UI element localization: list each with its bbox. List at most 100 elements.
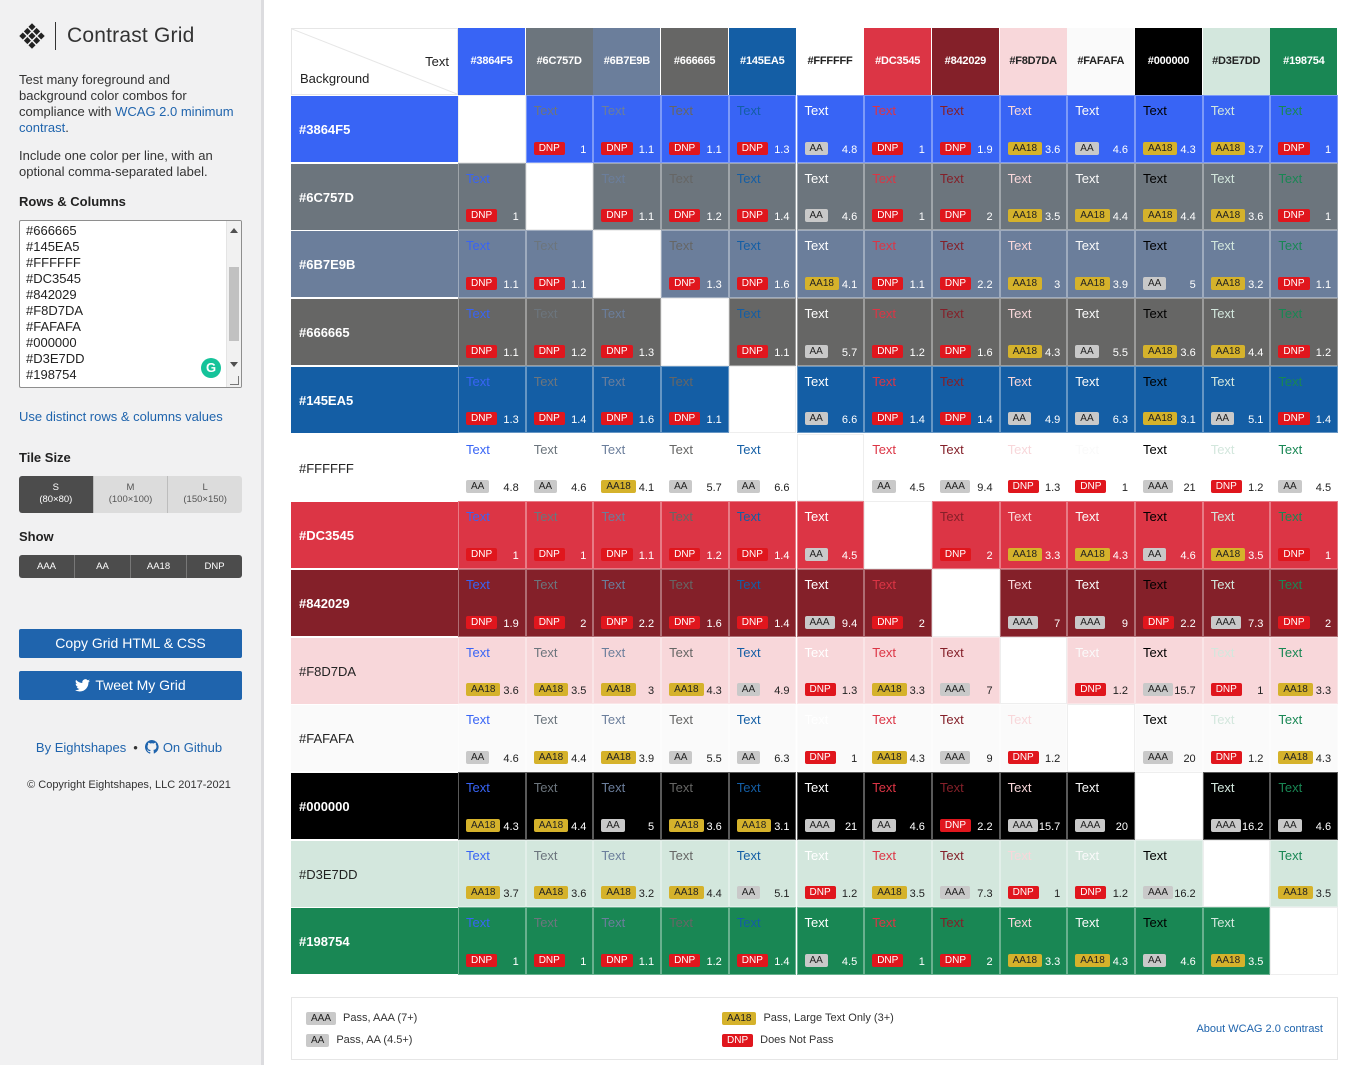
grid-cell[interactable]: Text AAA 16.2: [1202, 772, 1271, 840]
grid-cell[interactable]: Text DNP 1.1: [661, 365, 729, 434]
scroll-thumb[interactable]: [229, 267, 239, 341]
grid-cell-empty[interactable]: [864, 501, 932, 569]
grid-cell-empty[interactable]: [525, 162, 594, 231]
grid-cell[interactable]: Text AA 4.6: [1270, 772, 1339, 840]
grid-cell[interactable]: Text DNP 1: [1067, 433, 1135, 502]
grid-cell[interactable]: Text DNP 1.2: [661, 162, 729, 231]
grid-cell[interactable]: Text DNP 2: [931, 907, 1000, 976]
grid-cell[interactable]: Text AA18 4.3: [458, 772, 526, 840]
grid-cell[interactable]: Text DNP 1.2: [796, 839, 865, 908]
grid-cell[interactable]: Text AAA 9: [1067, 568, 1135, 637]
grid-cell[interactable]: Text AA 4.5: [864, 433, 932, 502]
grid-cell[interactable]: Text DNP 1: [796, 704, 865, 772]
grid-cell-empty[interactable]: [931, 568, 1000, 637]
grid-cell[interactable]: Text DNP 2.2: [593, 568, 662, 637]
grid-cell[interactable]: Text DNP 1.3: [796, 636, 865, 705]
grid-cell-empty[interactable]: [728, 365, 797, 434]
grid-cell[interactable]: Text AA18 4.4: [1202, 298, 1271, 366]
grid-cell[interactable]: Text AA 4.6: [1135, 501, 1203, 569]
grid-cell[interactable]: Text DNP 1.6: [728, 230, 797, 299]
grid-cell[interactable]: Text AA18 3.3: [864, 636, 932, 705]
grid-cell[interactable]: Text DNP 1: [864, 162, 932, 231]
grid-cell[interactable]: Text DNP 1: [525, 907, 594, 976]
grid-cell[interactable]: Text DNP 1.1: [593, 907, 662, 976]
grid-cell[interactable]: Text DNP 1.2: [1202, 433, 1271, 502]
grid-cell[interactable]: Text AA 5: [1135, 230, 1203, 299]
tile-size-l[interactable]: L (150×150): [168, 476, 242, 513]
show-toggle-aa18[interactable]: AA18: [131, 555, 187, 578]
grid-cell[interactable]: Text DNP 1.1: [661, 95, 729, 163]
grid-cell[interactable]: Text AA18 3.2: [593, 839, 662, 908]
grid-cell[interactable]: Text DNP 1: [1202, 636, 1271, 705]
grid-cell-empty[interactable]: [1202, 839, 1271, 908]
grid-cell[interactable]: Text DNP 1.4: [728, 907, 797, 976]
grid-cell[interactable]: Text AA 4.6: [458, 704, 526, 772]
grid-cell[interactable]: Text DNP 1.2: [661, 907, 729, 976]
grid-cell[interactable]: Text AA 5.7: [796, 298, 865, 366]
grid-cell[interactable]: Text AA18 3: [999, 230, 1068, 299]
grid-cell[interactable]: Text DNP 1: [1270, 501, 1339, 569]
grid-cell[interactable]: Text AA 4.6: [864, 772, 932, 840]
scroll-down-icon[interactable]: [230, 362, 238, 367]
grid-cell[interactable]: Text DNP 1.3: [661, 230, 729, 299]
grid-cell[interactable]: Text DNP 1.6: [931, 298, 1000, 366]
grid-cell[interactable]: Text AA18 4.3: [1135, 95, 1203, 163]
grid-cell-empty[interactable]: [593, 230, 662, 299]
grid-cell[interactable]: Text DNP 1: [458, 501, 526, 569]
grid-cell[interactable]: Text AA 6.3: [728, 704, 797, 772]
grid-cell[interactable]: Text DNP 1: [458, 162, 526, 231]
grid-cell[interactable]: Text AA18 3.5: [1202, 501, 1271, 569]
grid-cell[interactable]: Text AAA 9: [931, 704, 1000, 772]
grid-cell[interactable]: Text DNP 1.4: [525, 365, 594, 434]
grid-cell[interactable]: Text DNP 1: [999, 839, 1068, 908]
grid-cell[interactable]: Text AAA 16.2: [1135, 839, 1203, 908]
grid-cell[interactable]: Text AA18 3: [593, 636, 662, 705]
grid-cell[interactable]: Text AA18 3.3: [999, 907, 1068, 976]
grid-cell[interactable]: Text AAA 7.3: [931, 839, 1000, 908]
grid-cell[interactable]: Text AA 4.6: [1135, 907, 1203, 976]
grid-cell[interactable]: Text AA 4.9: [999, 365, 1068, 434]
grid-cell[interactable]: Text AA 4.6: [796, 162, 865, 231]
grid-cell[interactable]: Text AA18 3.9: [593, 704, 662, 772]
grid-cell[interactable]: Text AA18 4.4: [525, 704, 594, 772]
grid-cell[interactable]: Text AA18 3.2: [1202, 230, 1271, 299]
colors-textarea[interactable]: #666665 #145EA5 #FFFFFF #DC3545 #842029 #F8D7…: [19, 220, 242, 388]
grid-cell[interactable]: Text AA18 3.9: [1067, 230, 1135, 299]
grid-cell[interactable]: Text AA18 3.5: [1270, 839, 1339, 908]
grid-cell[interactable]: Text AA18 3.5: [1202, 907, 1271, 976]
grid-cell[interactable]: Text AA18 3.5: [999, 162, 1068, 231]
grid-cell-empty[interactable]: [661, 298, 729, 366]
grid-cell[interactable]: Text DNP 1.2: [864, 298, 932, 366]
grid-cell[interactable]: Text AAA 7: [931, 636, 1000, 705]
eightshapes-link[interactable]: By Eightshapes: [36, 740, 126, 755]
grid-cell[interactable]: Text DNP 2: [1270, 568, 1339, 637]
grid-cell[interactable]: Text AA 4.6: [1067, 95, 1135, 163]
grid-cell[interactable]: Text AA18 4.3: [1067, 907, 1135, 976]
grid-cell[interactable]: Text DNP 1: [864, 907, 932, 976]
grid-cell[interactable]: Text AA 6.6: [728, 433, 797, 502]
grid-cell[interactable]: Text DNP 2: [864, 568, 932, 637]
grid-cell[interactable]: Text AA 5: [593, 772, 662, 840]
show-toggle-aa[interactable]: AA: [75, 555, 131, 578]
grid-cell[interactable]: Text AA18 3.6: [458, 636, 526, 705]
grid-cell[interactable]: Text AA 4.5: [1270, 433, 1339, 502]
grid-cell-empty[interactable]: [796, 433, 865, 502]
github-icon[interactable]: [144, 740, 159, 754]
grid-cell[interactable]: Text DNP 1.1: [593, 162, 662, 231]
grid-cell[interactable]: Text DNP 1.2: [1202, 704, 1271, 772]
grid-cell[interactable]: Text DNP 1.2: [1067, 636, 1135, 705]
grid-cell[interactable]: Text AA18 4.1: [593, 433, 662, 502]
grid-cell[interactable]: Text DNP 1.4: [728, 568, 797, 637]
tweet-button[interactable]: Tweet My Grid: [19, 671, 242, 700]
grid-cell[interactable]: Text DNP 1.1: [728, 298, 797, 366]
grid-cell[interactable]: Text DNP 1.3: [593, 298, 662, 366]
grid-cell[interactable]: Text DNP 1.4: [728, 162, 797, 231]
grid-cell[interactable]: Text DNP 2: [931, 501, 1000, 569]
grid-cell[interactable]: Text AA18 4.4: [1067, 162, 1135, 231]
grid-cell[interactable]: Text AA18 4.3: [999, 298, 1068, 366]
grid-cell[interactable]: Text DNP 1.1: [593, 95, 662, 163]
grid-cell[interactable]: Text AAA 20: [1067, 772, 1135, 840]
grid-cell[interactable]: Text AA 4.6: [525, 433, 594, 502]
grid-cell[interactable]: Text AAA 15.7: [1135, 636, 1203, 705]
grid-cell[interactable]: Text DNP 1.3: [458, 365, 526, 434]
